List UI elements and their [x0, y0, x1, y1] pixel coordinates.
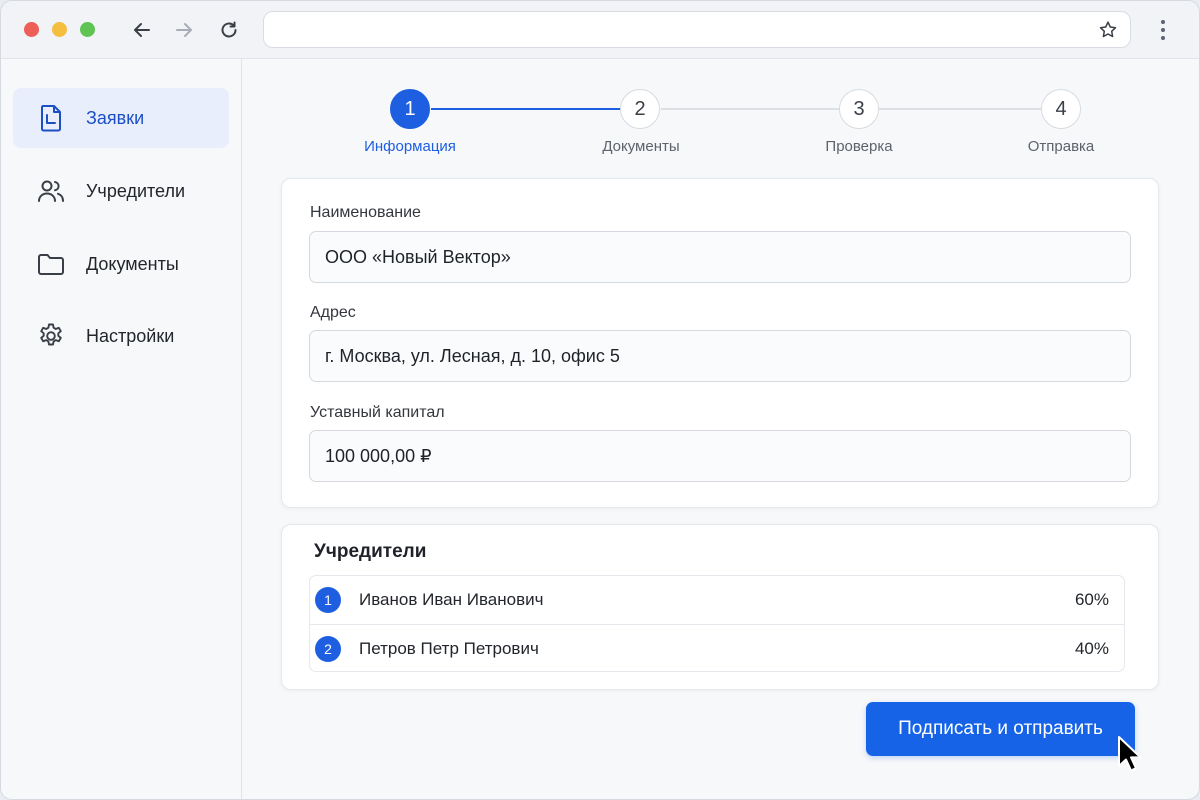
close-window-button[interactable]: [24, 22, 39, 37]
sidebar-item-settings[interactable]: Настройки: [13, 306, 229, 366]
users-icon: [37, 177, 65, 205]
sidebar-item-label: Учредители: [86, 180, 186, 201]
founder-name: Петров Петр Петрович: [359, 638, 539, 658]
browser-window: Заявки Учредители Документы Настройки 1 …: [0, 0, 1200, 800]
step-connector-completed: [431, 108, 621, 110]
step-connector: [879, 108, 1041, 110]
founder-number-badge: 1: [315, 587, 341, 613]
sidebar-item-label: Заявки: [86, 107, 145, 128]
step-2-label: Документы: [602, 138, 680, 155]
name-field[interactable]: [309, 231, 1131, 283]
step-3-circle[interactable]: 3: [839, 89, 879, 129]
founder-name: Иванов Иван Иванович: [359, 590, 544, 609]
step-connector: [661, 108, 839, 110]
step-1-circle[interactable]: 1: [390, 89, 430, 129]
name-label: Наименование: [310, 204, 421, 221]
founders-list: 1 Иванов Иван Иванович 60% 2 Петров Петр…: [309, 575, 1125, 672]
address-label: Адрес: [310, 304, 356, 321]
step-3-label: Проверка: [825, 138, 893, 155]
sidebar-item-documents[interactable]: Документы: [13, 234, 229, 294]
maximize-window-button[interactable]: [80, 22, 95, 37]
sidebar-item-label: Документы: [86, 253, 179, 274]
step-4-label: Отправка: [1027, 138, 1095, 155]
star-icon[interactable]: [1098, 20, 1118, 40]
minimize-window-button[interactable]: [52, 22, 67, 37]
mouse-pointer-icon: [1116, 735, 1146, 775]
folder-icon: [37, 250, 65, 278]
sidebar-item-label: Настройки: [86, 325, 175, 346]
step-4-circle[interactable]: 4: [1041, 89, 1081, 129]
back-arrow-icon[interactable]: [129, 17, 155, 43]
document-icon: [37, 104, 65, 132]
sidebar: Заявки Учредители Документы Настройки: [1, 59, 242, 799]
sign-and-submit-button[interactable]: Подписать и отправить: [866, 702, 1135, 756]
reload-icon[interactable]: [216, 17, 242, 43]
founder-share: 40%: [1074, 638, 1109, 658]
list-item[interactable]: 1 Иванов Иван Иванович 60%: [310, 576, 1124, 624]
address-bar[interactable]: [263, 11, 1131, 48]
gear-icon: [37, 322, 65, 350]
company-info-card: Наименование Адрес Уставный капитал: [281, 178, 1159, 508]
address-field[interactable]: [309, 330, 1131, 382]
capital-label: Уставный капитал: [310, 404, 445, 421]
founders-card: Учредители 1 Иванов Иван Иванович 60% 2 …: [281, 524, 1159, 690]
step-2-circle[interactable]: 2: [620, 89, 660, 129]
forward-arrow-icon[interactable]: [171, 17, 197, 43]
founder-share: 60%: [1074, 590, 1109, 609]
progress-stepper: 1 2 3 4 Информация Документы Проверка От…: [242, 59, 1199, 174]
browser-toolbar: [1, 1, 1199, 59]
kebab-menu-icon[interactable]: [1153, 17, 1173, 43]
list-item[interactable]: 2 Петров Петр Петрович 40%: [310, 624, 1124, 672]
sidebar-item-founders[interactable]: Учредители: [13, 161, 229, 221]
founder-number-badge: 2: [315, 635, 341, 662]
step-1-label: Информация: [364, 138, 456, 155]
founders-title: Учредители: [314, 541, 427, 562]
capital-field[interactable]: [309, 430, 1131, 482]
sidebar-item-applications[interactable]: Заявки: [13, 88, 229, 148]
main-content: 1 2 3 4 Информация Документы Проверка От…: [242, 59, 1199, 799]
